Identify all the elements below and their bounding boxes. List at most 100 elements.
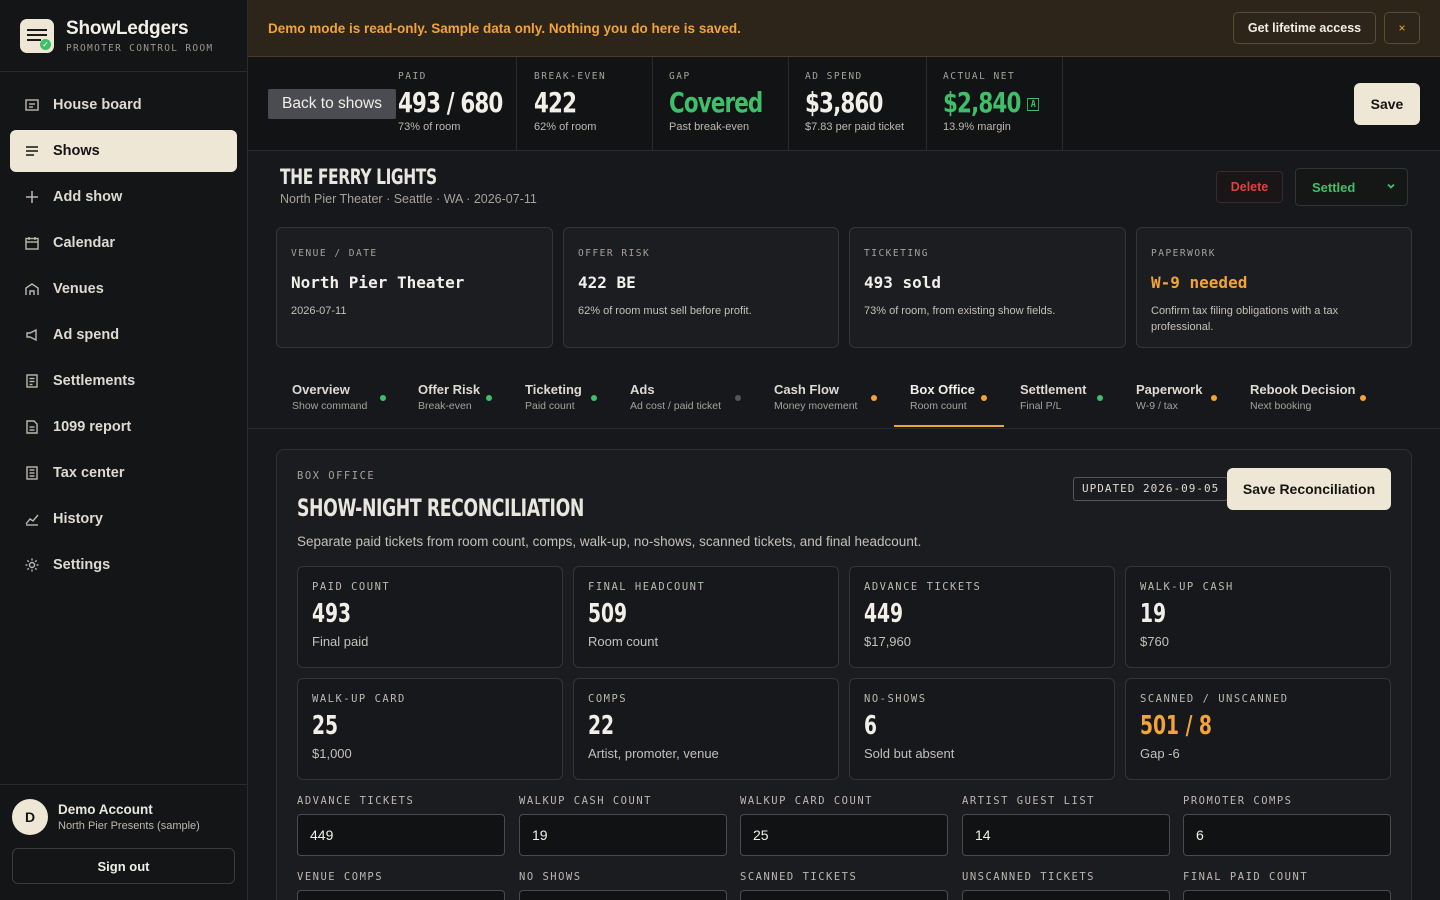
tab-offer-risk[interactable]: Offer Risk Break-even xyxy=(418,382,480,428)
metric-value: $2,840 A xyxy=(943,86,1044,119)
tab-sub: Final P/L xyxy=(1020,400,1062,412)
tab-ads[interactable]: Ads Ad cost / paid ticket xyxy=(630,382,721,428)
stat-sub: Room count xyxy=(588,634,659,649)
sidebar-item-settings[interactable]: Settings xyxy=(10,544,237,586)
tab-paperwork[interactable]: Paperwork W-9 / tax xyxy=(1136,382,1202,428)
status-dot xyxy=(981,395,987,401)
card-value: 422 BE xyxy=(578,273,636,292)
card-ticketing: TICKETING 493 sold 73% of room, from exi… xyxy=(849,227,1126,348)
tab-label: Ticketing xyxy=(525,382,582,397)
stat-advance-tickets: ADVANCE TICKETS 449 $17,960 xyxy=(849,566,1115,668)
stat-label: WALK-UP CASH xyxy=(1140,581,1234,593)
sidebar-item-ad-spend[interactable]: Ad spend xyxy=(10,314,237,356)
section-tabs: Overview Show command Offer Risk Break-e… xyxy=(248,372,1440,429)
tab-rebook-decision[interactable]: Rebook Decision Next booking xyxy=(1250,382,1355,428)
tab-cash-flow[interactable]: Cash Flow Money movement xyxy=(774,382,857,428)
sign-out-button[interactable]: Sign out xyxy=(12,848,235,884)
walkup-card-count-input[interactable] xyxy=(740,814,948,856)
tab-label: Offer Risk xyxy=(418,382,481,397)
document-icon xyxy=(24,419,40,435)
back-to-shows-button[interactable]: Back to shows xyxy=(268,89,396,119)
close-banner-button[interactable]: × xyxy=(1384,12,1420,44)
promoter-comps-input[interactable] xyxy=(1183,814,1391,856)
panel-eyebrow: BOX OFFICE xyxy=(297,470,376,482)
tab-label: Ads xyxy=(630,382,655,397)
metric-value: $3,860 xyxy=(805,86,883,119)
field-label: ADVANCE TICKETS xyxy=(297,795,415,807)
metric-value: Covered xyxy=(669,86,763,119)
stat-final-headcount: FINAL HEADCOUNT 509 Room count xyxy=(573,566,839,668)
tab-settlement[interactable]: Settlement Final P/L xyxy=(1020,382,1086,428)
panel-title: SHOW-NIGHT RECONCILIATION xyxy=(297,494,584,522)
card-label: TICKETING xyxy=(864,248,929,259)
unscanned-tickets-input[interactable] xyxy=(962,890,1170,900)
tab-overview[interactable]: Overview Show command xyxy=(292,382,367,428)
sidebar-item-venues[interactable]: Venues xyxy=(10,268,237,310)
receipt-icon xyxy=(24,373,40,389)
stat-sub: Final paid xyxy=(312,634,369,649)
sidebar-item-settlements[interactable]: Settlements xyxy=(10,360,237,402)
metric-paid: PAID 493 / 680 73% of room xyxy=(398,57,517,150)
card-paperwork: PAPERWORK W-9 needed Confirm tax filing … xyxy=(1136,227,1412,348)
field-walkup-card-count: WALKUP CARD COUNT xyxy=(740,795,948,856)
stat-label: WALK-UP CARD xyxy=(312,693,406,705)
stat-value: 501 / 8 xyxy=(1140,711,1212,741)
megaphone-icon xyxy=(24,327,40,343)
stat-sub: $1,000 xyxy=(312,746,352,761)
metric-value: 422 xyxy=(534,86,577,119)
stat-label: SCANNED / UNSCANNED xyxy=(1140,693,1289,705)
sidebar-item-history[interactable]: History xyxy=(10,498,237,540)
stat-walk-up-cash: WALK-UP CASH 19 $760 xyxy=(1125,566,1391,668)
sidebar-item-label: House board xyxy=(53,97,142,113)
save-button[interactable]: Save xyxy=(1354,83,1420,125)
sidebar-item-1099-report[interactable]: 1099 report xyxy=(10,406,237,448)
status-dot xyxy=(1211,395,1217,401)
metric-label: PAID xyxy=(398,71,427,82)
brand-name: ShowLedgers xyxy=(66,17,189,39)
sidebar-item-add-show[interactable]: Add show xyxy=(10,176,237,218)
metric-sub: Past break-even xyxy=(669,121,750,133)
save-reconciliation-button[interactable]: Save Reconciliation xyxy=(1227,468,1391,510)
status-dot xyxy=(591,395,597,401)
delete-show-button[interactable]: Delete xyxy=(1216,171,1283,203)
field-label: NO SHOWS xyxy=(519,871,582,883)
sidebar-item-shows[interactable]: Shows xyxy=(10,130,237,172)
stat-sub: Sold but absent xyxy=(864,746,955,761)
field-unscanned-tickets: UNSCANNED TICKETS xyxy=(962,871,1170,900)
scanned-tickets-input[interactable] xyxy=(740,890,948,900)
artist-guest-list-input[interactable] xyxy=(962,814,1170,856)
sidebar-item-house-board[interactable]: House board xyxy=(10,84,237,126)
sidebar-item-label: Add show xyxy=(53,189,123,205)
stat-value: 6 xyxy=(864,711,878,741)
field-scanned-tickets: SCANNED TICKETS xyxy=(740,871,948,900)
tab-sub: Next booking xyxy=(1250,400,1312,412)
chevron-down-icon xyxy=(1385,180,1397,195)
walkup-cash-count-input[interactable] xyxy=(519,814,727,856)
final-paid-count-input[interactable] xyxy=(1183,890,1391,900)
metric-sub: 13.9% margin xyxy=(943,121,1011,133)
sidebar-item-tax-center[interactable]: Tax center xyxy=(10,452,237,494)
active-tab-indicator xyxy=(894,425,1004,427)
stat-value: 25 xyxy=(312,711,339,741)
metric-sub: $7.83 per paid ticket xyxy=(805,121,905,133)
card-value: W-9 needed xyxy=(1151,273,1248,292)
card-label: OFFER RISK xyxy=(578,248,651,259)
sidebar-item-calendar[interactable]: Calendar xyxy=(10,222,237,264)
get-lifetime-access-button[interactable]: Get lifetime access xyxy=(1233,12,1376,44)
field-label: SCANNED TICKETS xyxy=(740,871,858,883)
calendar-icon xyxy=(24,235,40,251)
no-shows-input[interactable] xyxy=(519,890,727,900)
sidebar-item-label: Shows xyxy=(53,143,100,159)
venue-comps-input[interactable] xyxy=(297,890,505,900)
tab-ticketing[interactable]: Ticketing Paid count xyxy=(525,382,582,428)
field-no-shows: NO SHOWS xyxy=(519,871,727,900)
updated-badge: UPDATED 2026-09-05 xyxy=(1073,477,1229,501)
status-select[interactable]: Settled xyxy=(1295,168,1408,206)
advance-tickets-input[interactable] xyxy=(297,814,505,856)
tab-sub: Ad cost / paid ticket xyxy=(630,400,722,412)
tab-box-office[interactable]: Box Office Room count xyxy=(910,382,975,428)
status-dot xyxy=(871,395,877,401)
panel-description: Separate paid tickets from room count, c… xyxy=(297,534,922,549)
field-final-paid-count: FINAL PAID COUNT xyxy=(1183,871,1391,900)
tab-label: Paperwork xyxy=(1136,382,1203,397)
